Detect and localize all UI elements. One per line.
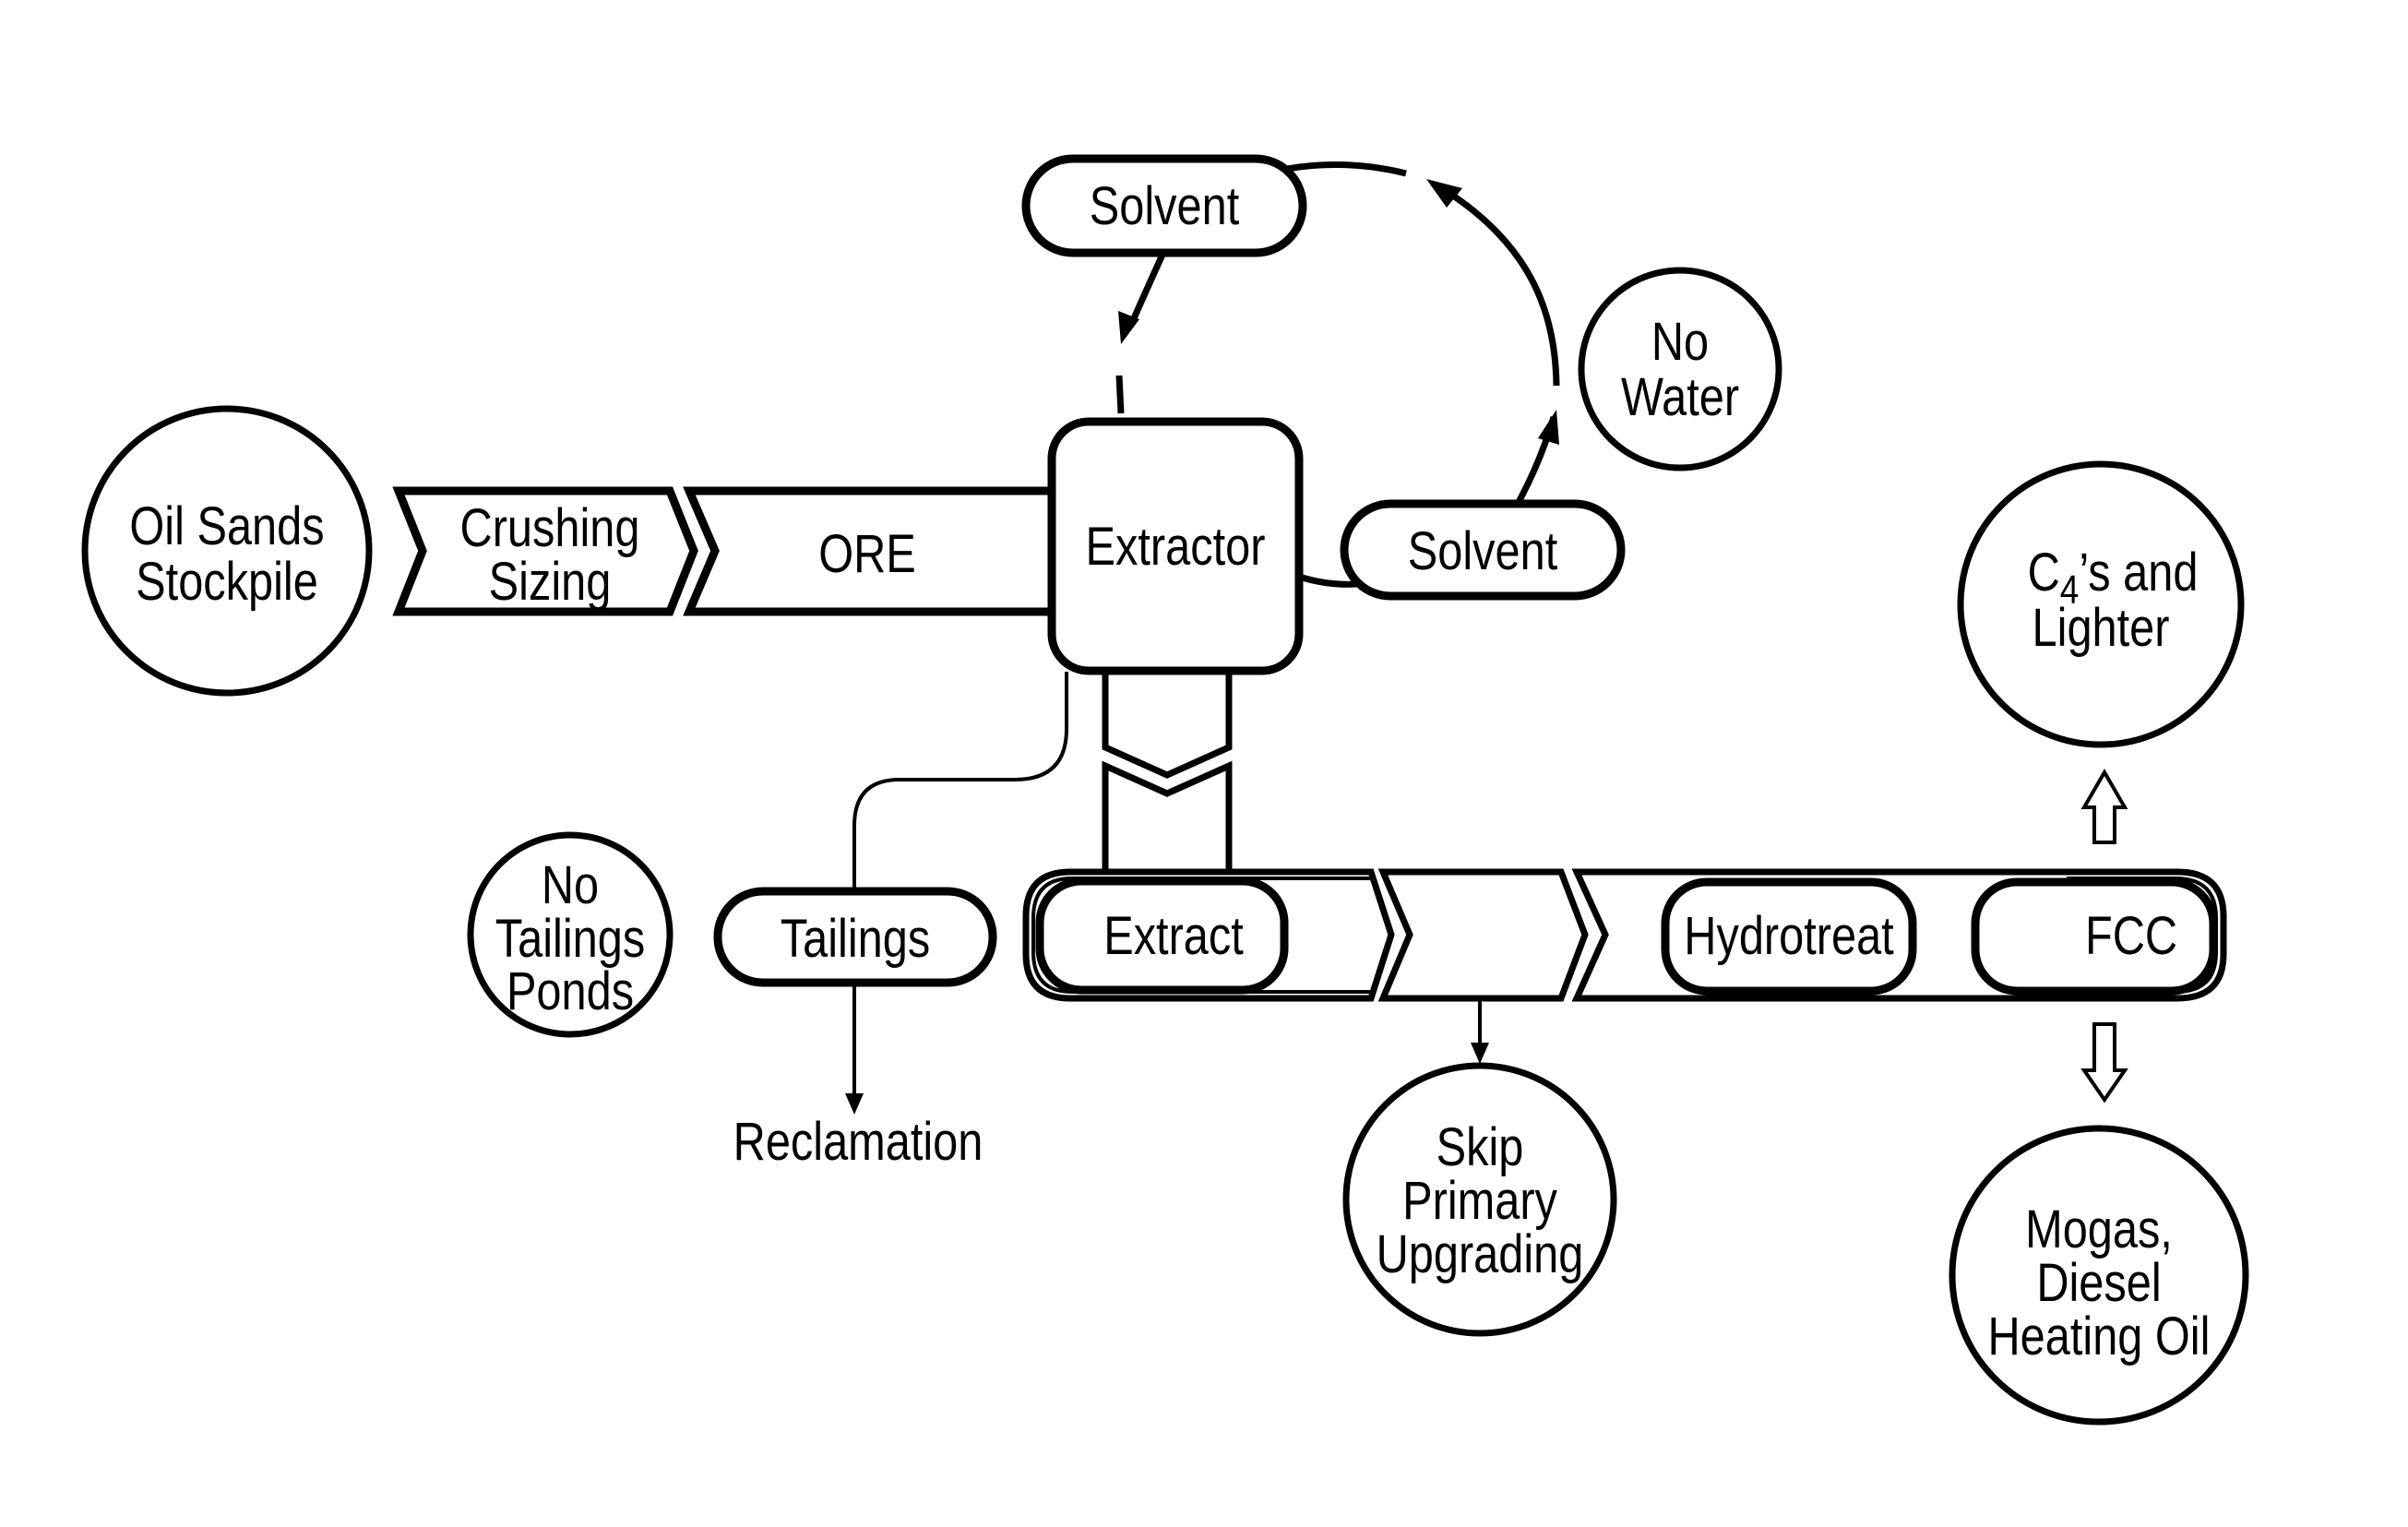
extractor-node: Extractor xyxy=(1047,417,1304,675)
tailings-label: Tailings xyxy=(781,910,930,969)
no-water-node: No Water xyxy=(1578,267,1782,471)
crushing-sizing-node: Crushing Sizing xyxy=(392,486,698,616)
extract-label: Extract xyxy=(1103,907,1244,966)
reclamation-label: Reclamation xyxy=(733,1113,983,1172)
mogas-label-line3: Heating Oil xyxy=(1988,1307,2211,1366)
oil-sands-label-line1: Oil Sands xyxy=(129,497,324,556)
c4-and-lighter-node: C4’s and Lighter xyxy=(1957,460,2245,748)
solvent-return-arc xyxy=(1451,193,1560,387)
fcc-label: FCC xyxy=(2085,907,2177,966)
skip-primary-arrowhead xyxy=(1471,1043,1489,1064)
hollow-arrow-down-icon xyxy=(2080,1022,2128,1103)
extractor-to-tailings-line xyxy=(852,672,1068,891)
no-tailings-label-line1: No xyxy=(542,856,599,915)
crushing-label-line2: Sizing xyxy=(489,553,612,612)
no-tailings-label-line3: Ponds xyxy=(507,962,634,1021)
extractor-to-solvent-line xyxy=(1297,573,1357,588)
mogas-label-line1: Mogas, xyxy=(2025,1200,2173,1259)
solvent-return-arrowhead-lower xyxy=(1538,410,1559,445)
crushing-label-line1: Crushing xyxy=(460,499,640,558)
solvent-top-outgoing-arc xyxy=(1286,161,1407,177)
mogas-diesel-heating-oil-node: Mogas, Diesel Heating Oil xyxy=(1949,1125,2249,1426)
hydrotreat-label: Hydrotreat xyxy=(1684,907,1893,966)
oil-sands-stockpile-node: Oil Sands Stockpile xyxy=(81,405,373,697)
ore-node: ORE xyxy=(683,486,1052,616)
extractor-label: Extractor xyxy=(1086,518,1266,577)
tailings-node: Tailings xyxy=(713,887,997,987)
reclamation-arrowhead xyxy=(845,1093,864,1115)
skip-primary-upgrading-node: Skip Primary Upgrading xyxy=(1342,1062,1617,1337)
solvent-top-label: Solvent xyxy=(1090,177,1240,236)
hollow-arrow-up-icon xyxy=(2080,769,2128,844)
solvent-feed-arrow xyxy=(1127,253,1166,327)
solvent-right-label: Solvent xyxy=(1408,522,1558,581)
hydrotreat-node: Hydrotreat xyxy=(1661,877,1917,996)
skip-label-line2: Primary xyxy=(1402,1172,1557,1231)
no-water-label-line2: Water xyxy=(1621,368,1739,427)
extractor-to-extract-connector xyxy=(1102,669,1233,875)
mogas-label-line2: Diesel xyxy=(2036,1254,2161,1313)
oil-sands-label-line2: Stockpile xyxy=(136,553,318,612)
solvent-right-node: Solvent xyxy=(1340,499,1626,601)
ore-label: ORE xyxy=(818,525,916,584)
fcc-node: FCC xyxy=(1971,877,2218,996)
solvent-feed-dash xyxy=(1115,375,1125,414)
skip-label-line3: Upgrading xyxy=(1377,1225,1584,1284)
no-tailings-label-line2: Tailings xyxy=(495,910,645,969)
extract-node: Extract xyxy=(1035,877,1289,995)
skip-label-line1: Skip xyxy=(1436,1118,1524,1177)
c4-label-line2: Lighter xyxy=(2032,599,2170,658)
solvent-return-arrowhead-upper xyxy=(1426,179,1462,208)
no-water-label-line1: No xyxy=(1651,313,1709,372)
process-flow-diagram: Oil Sands Stockpile Crushing Sizing ORE … xyxy=(81,154,2249,1426)
solvent-top-node: Solvent xyxy=(1021,154,1307,257)
no-tailings-ponds-node: No Tailings Ponds xyxy=(467,831,674,1038)
